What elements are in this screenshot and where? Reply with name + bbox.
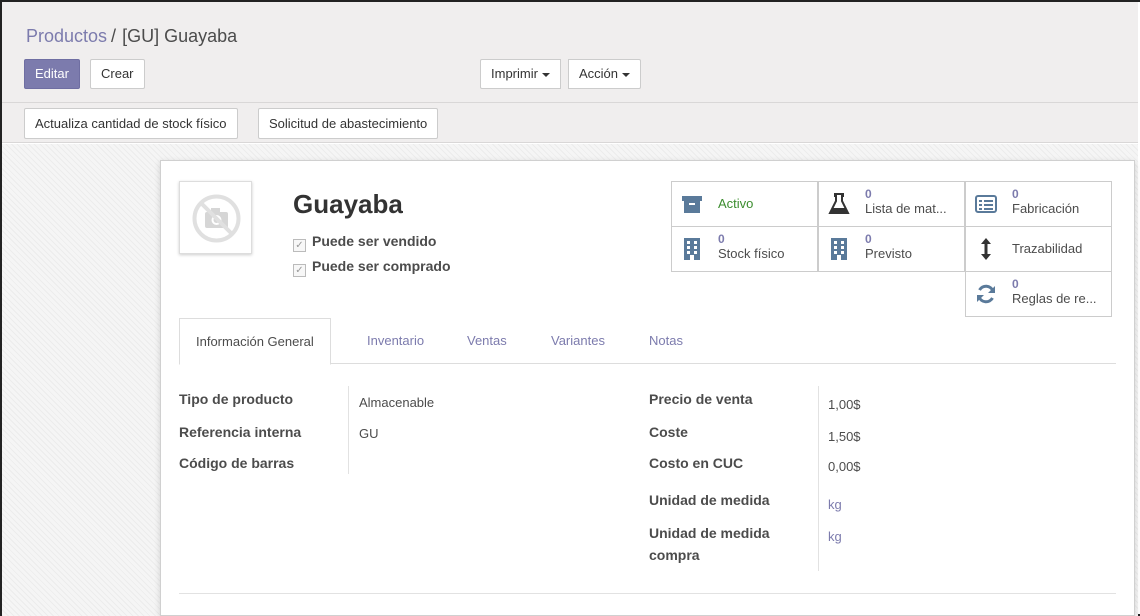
barcode-label: Código de barras [179,455,295,471]
product-type-value[interactable]: Almacenable [359,393,434,413]
sale-price-value[interactable]: 1,00$ [828,395,861,415]
sale-price-label: Precio de venta [649,391,753,407]
update-stock-button[interactable]: Actualiza cantidad de stock físico [24,108,238,139]
bom-label: Lista de mat... [865,201,947,216]
control-panel: Productos / [GU] Guayaba Editar Crear Impr… [2,2,1138,103]
purchase-uom-label-line1: Unidad de medida [649,525,770,541]
can-be-purchased-row: ✓ Puede ser comprado [293,258,451,277]
building-icon [831,238,847,260]
stock-button[interactable]: 0 Stock físico [671,226,818,272]
uom-label: Unidad de medida [649,492,770,508]
traceability-label: Trazabilidad [1012,241,1083,256]
tab-notas[interactable]: Notas [649,318,683,364]
list-icon [975,195,997,213]
bom-count: 0 [865,187,872,201]
flask-icon [828,193,850,214]
cost-label: Coste [649,424,688,440]
tab-informacion-general[interactable]: Información General [179,318,331,365]
reorder-rules-count: 0 [1012,277,1019,291]
can-be-sold-label: Puede ser vendido [312,233,437,249]
active-label: Activo [718,196,754,211]
field-separator-right [818,386,819,571]
cost-value[interactable]: 1,50$ [828,427,861,447]
internal-reference-value[interactable]: GU [359,424,379,444]
purchase-uom-value-link[interactable]: kg [828,527,842,547]
product-type-label: Tipo de producto [179,391,294,407]
field-separator-left [348,386,349,474]
create-button[interactable]: Crear [90,59,145,89]
forecast-count: 0 [865,232,872,246]
edit-button[interactable]: Editar [24,59,80,89]
arrows-vertical-icon [981,238,991,260]
caret-down-icon [622,72,631,77]
product-name: Guayaba [293,189,403,219]
breadcrumb-current: [GU] Guayaba [122,26,238,46]
print-dropdown-button[interactable]: Imprimir [480,59,561,89]
form-sheet: Guayaba ✓ Puede ser vendido ✓ Puede ser co… [160,160,1135,616]
tab-inventario[interactable]: Inventario [367,318,424,364]
no-image-icon [192,194,241,243]
building-icon [684,238,700,260]
refresh-icon [977,284,995,304]
procurement-request-button[interactable]: Solicitud de abastecimiento [258,108,439,139]
product-image[interactable] [179,181,252,254]
internal-reference-label: Referencia interna [179,424,302,440]
traceability-button[interactable]: Trazabilidad [965,226,1112,272]
reorder-rules-label: Reglas de re... [1012,291,1097,306]
cost-cuc-label: Costo en CUC [649,455,744,471]
sheet-bottom-divider [179,593,1116,594]
print-label: Imprimir [491,66,538,81]
stock-label: Stock físico [718,246,785,261]
breadcrumb-separator: / [111,26,117,46]
notebook-tabs: Información General Inventario Ventas Va… [179,318,1116,365]
manufacturing-button[interactable]: 0 Fabricación [965,181,1112,227]
active-toggle-button[interactable]: Activo [671,181,818,227]
can-be-sold-row: ✓ Puede ser vendido [293,233,436,252]
manufacturing-label: Fabricación [1012,201,1080,216]
action-dropdown-button[interactable]: Acción [568,59,642,89]
cost-cuc-value[interactable]: 0,00$ [828,457,861,477]
forecast-button[interactable]: 0 Previsto [818,226,965,272]
purchase-uom-label-line2: compra [649,547,700,563]
breadcrumb: Productos / [GU] Guayaba [26,26,237,47]
can-be-purchased-checkbox[interactable]: ✓ [293,264,306,277]
tab-ventas[interactable]: Ventas [467,318,507,364]
caret-down-icon [541,72,550,77]
can-be-sold-checkbox[interactable]: ✓ [293,239,306,252]
breadcrumb-productos-link[interactable]: Productos [26,26,107,46]
manufacturing-count: 0 [1012,187,1019,201]
archive-icon [682,196,702,213]
reorder-rules-button[interactable]: 0 Reglas de re... [965,271,1112,317]
stock-count: 0 [718,232,725,246]
forecast-label: Previsto [865,246,912,261]
action-label: Acción [579,66,619,81]
uom-value-link[interactable]: kg [828,495,842,515]
tab-variantes[interactable]: Variantes [551,318,605,364]
bom-button[interactable]: 0 Lista de mat... [818,181,965,227]
can-be-purchased-label: Puede ser comprado [312,258,451,274]
statusbar: Actualiza cantidad de stock físico Solic… [2,103,1138,143]
